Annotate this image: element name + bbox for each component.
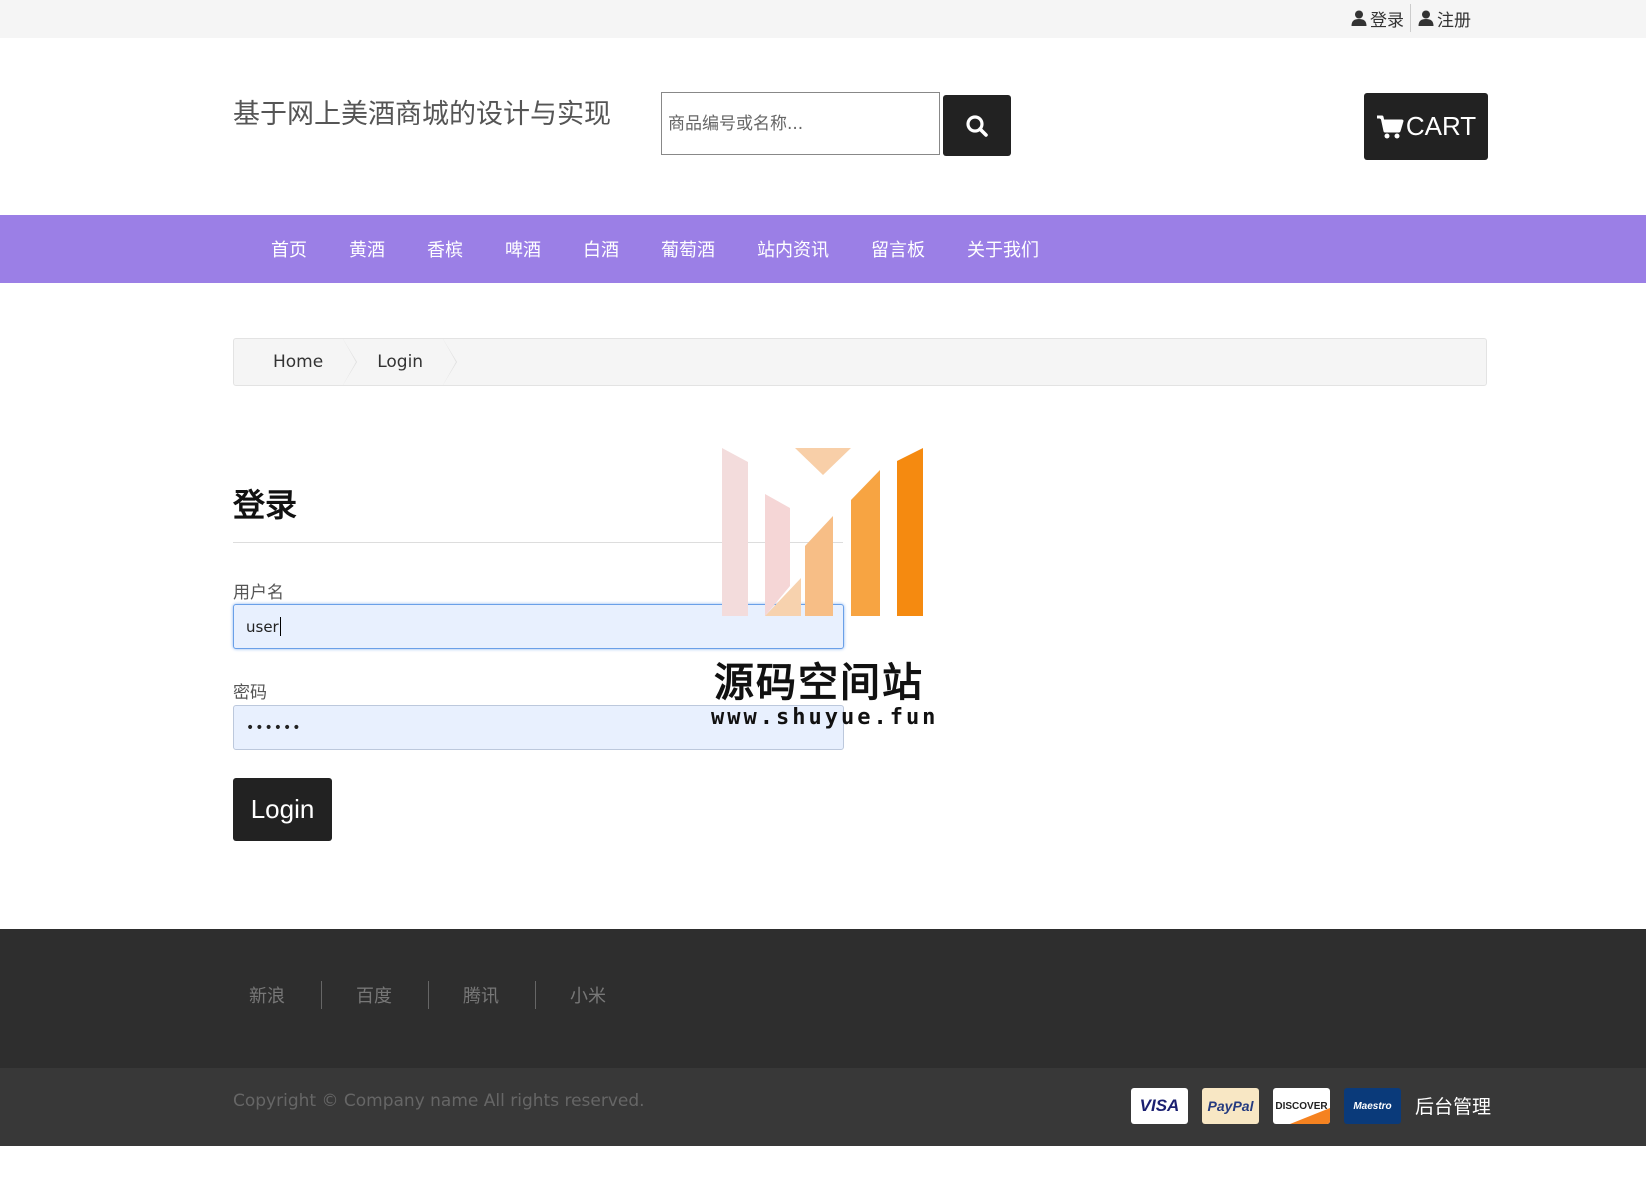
breadcrumb-home-label: Home xyxy=(273,352,324,372)
cart-label: CART xyxy=(1405,111,1477,141)
watermark-name: 源码空间站 xyxy=(714,659,924,706)
site-title[interactable]: 基于网上美酒商城的设计与实现 xyxy=(233,92,611,131)
visa-icon: VISA xyxy=(1131,1088,1188,1124)
search-icon xyxy=(966,114,988,137)
footer-links: 新浪 百度 腾讯 小米 xyxy=(233,981,642,1009)
breadcrumb-home[interactable]: Home xyxy=(234,339,358,385)
username-value: user xyxy=(246,617,279,636)
nav-item-wine[interactable]: 葡萄酒 xyxy=(640,236,736,262)
register-link-label: 注册 xyxy=(1437,10,1471,31)
footer-link-sina[interactable]: 新浪 xyxy=(233,982,321,1008)
cart-button[interactable]: CART xyxy=(1364,93,1488,160)
account-links: 登录 注册 xyxy=(1344,4,1477,32)
search-button[interactable] xyxy=(943,95,1011,156)
login-link[interactable]: 登录 xyxy=(1344,6,1410,31)
text-caret xyxy=(279,617,281,636)
watermark-url: www.shuyue.fun xyxy=(711,705,939,730)
login-link-label: 登录 xyxy=(1370,10,1404,31)
user-icon xyxy=(1418,10,1434,26)
login-button[interactable]: Login xyxy=(233,778,332,841)
breadcrumb-current-label: Login xyxy=(377,352,424,372)
username-label: 用户名 xyxy=(233,583,284,603)
nav-item-about[interactable]: 关于我们 xyxy=(946,236,1060,262)
footer-bottom: Copyright © Company name All rights rese… xyxy=(0,1068,1646,1146)
footer-link-tencent[interactable]: 腾讯 xyxy=(429,982,535,1008)
top-bar: 登录 注册 xyxy=(0,0,1646,38)
search-input[interactable] xyxy=(668,113,933,134)
password-label: 密码 xyxy=(233,683,267,703)
login-heading: 登录 xyxy=(233,486,298,524)
breadcrumb-current: Login xyxy=(343,339,458,385)
user-icon xyxy=(1351,10,1367,26)
copyright-text: Copyright © Company name All rights rese… xyxy=(233,1091,645,1111)
nav-item-beer[interactable]: 啤酒 xyxy=(484,236,562,262)
footer-link-baidu[interactable]: 百度 xyxy=(322,982,428,1008)
nav-item-champagne[interactable]: 香槟 xyxy=(406,236,484,262)
nav-item-huangjiu[interactable]: 黄酒 xyxy=(328,236,406,262)
paypal-icon: PayPal xyxy=(1202,1088,1259,1124)
main-nav: 首页 黄酒 香槟 啤酒 白酒 葡萄酒 站内资讯 留言板 关于我们 xyxy=(0,215,1646,283)
nav-item-message-board[interactable]: 留言板 xyxy=(850,236,946,262)
payment-methods: VISA PayPal DISCOVER Maestro xyxy=(1131,1088,1401,1124)
register-link[interactable]: 注册 xyxy=(1411,6,1477,31)
breadcrumb: Home Login xyxy=(233,338,1487,386)
nav-item-news[interactable]: 站内资讯 xyxy=(736,236,850,262)
search-field[interactable] xyxy=(661,92,940,155)
maestro-icon: Maestro xyxy=(1344,1088,1401,1124)
footer-links-section: 新浪 百度 腾讯 小米 xyxy=(0,929,1646,1068)
nav-item-home[interactable]: 首页 xyxy=(250,236,328,262)
password-value: •••••• xyxy=(246,719,302,736)
admin-link[interactable]: 后台管理 xyxy=(1415,1092,1491,1119)
cart-icon xyxy=(1376,115,1404,138)
discover-icon: DISCOVER xyxy=(1273,1088,1330,1124)
nav-item-baijiu[interactable]: 白酒 xyxy=(562,236,640,262)
footer-link-xiaomi[interactable]: 小米 xyxy=(536,982,642,1008)
